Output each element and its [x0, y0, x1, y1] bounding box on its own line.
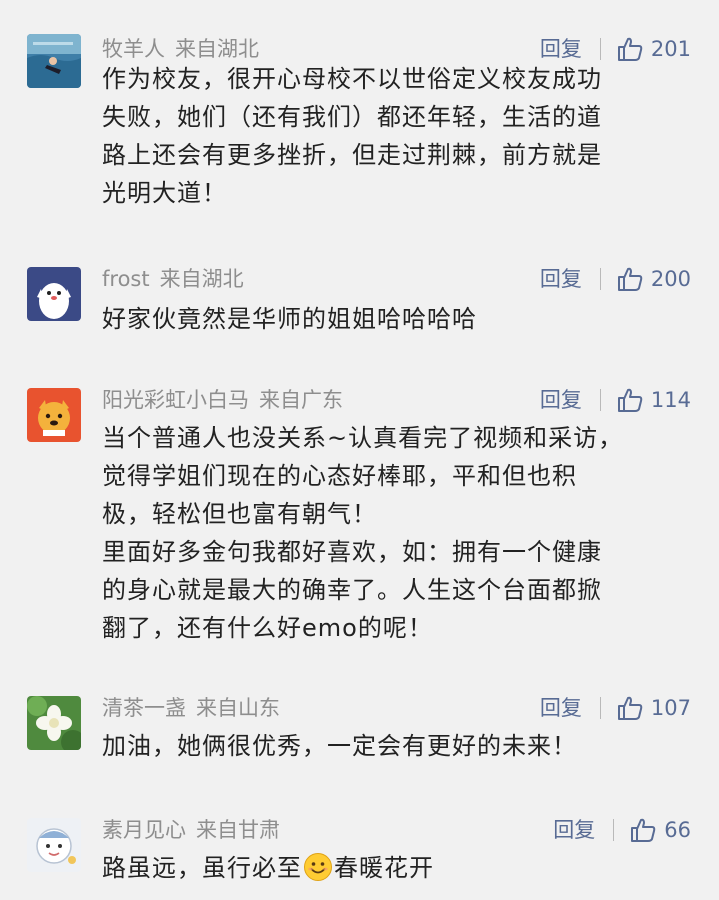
divider: [599, 389, 601, 411]
comment-line: 加油，她俩很优秀，一定会有更好的未来！: [102, 732, 577, 760]
divider: [599, 38, 601, 60]
location: 来自山东: [196, 696, 280, 720]
like-button[interactable]: 200: [617, 264, 691, 294]
comment-actions: 回复 107: [540, 693, 691, 723]
divider: [599, 268, 601, 290]
reply-button[interactable]: 回复: [540, 264, 582, 294]
username[interactable]: 阳光彩虹小白马: [102, 388, 249, 412]
comment-line: 路虽远，虽行必至 春暖花开: [102, 849, 682, 887]
comment-line: 当个普通人也没关系~认真看完了视频和采访，: [102, 424, 624, 452]
thumbs-up-icon: [631, 818, 656, 842]
swimmer-photo-icon: [27, 34, 81, 88]
thumbs-up-icon: [617, 267, 643, 291]
cartoon-character-icon: [27, 818, 81, 872]
comment-text: 当个普通人也没关系~认真看完了视频和采访， 觉得学姐们现在的心态好棒耶，平和但也…: [102, 419, 682, 647]
like-count: 107: [650, 696, 691, 720]
smile-emoji-icon: [304, 853, 332, 881]
avatar[interactable]: [27, 388, 81, 442]
comment-meta: 素月见心 来自甘肃: [102, 815, 280, 845]
like-count: 114: [650, 388, 691, 412]
comment-text: 作为校友，很开心母校不以世俗定义校友成功 失败，她们（还有我们）都还年轻，生活的…: [102, 60, 682, 212]
comment-line: 极，轻松但也富有朝气！: [102, 500, 377, 528]
comment-line: 光明大道！: [102, 179, 227, 207]
like-count: 200: [650, 267, 691, 291]
comment-actions: 回复 114: [540, 385, 691, 415]
comment-line: 好家伙竟然是华师的姐姐哈哈哈哈: [102, 305, 477, 333]
reply-button[interactable]: 回复: [540, 693, 582, 723]
location: 来自广东: [259, 388, 343, 412]
cartoon-dog-icon: [27, 388, 81, 442]
comment-text: 加油，她俩很优秀，一定会有更好的未来！: [102, 727, 682, 765]
like-button[interactable]: 114: [617, 385, 691, 415]
comment-line: 觉得学姐们现在的心态好棒耶，平和但也积: [102, 462, 577, 490]
location: 来自甘肃: [196, 818, 280, 842]
comment-meta: 阳光彩虹小白马 来自广东: [102, 385, 343, 415]
comment-text: 好家伙竟然是华师的姐姐哈哈哈哈: [102, 300, 682, 338]
thumbs-up-icon: [617, 696, 643, 720]
divider: [599, 697, 601, 719]
like-button[interactable]: 107: [617, 693, 691, 723]
avatar[interactable]: [27, 818, 81, 872]
comment-line: 翻了，还有什么好emo的呢！: [102, 614, 433, 642]
thumbs-up-icon: [617, 37, 643, 61]
username[interactable]: frost: [102, 267, 150, 291]
comment-line: 作为校友，很开心母校不以世俗定义校友成功: [102, 65, 602, 93]
comment-text-part: 路虽远，虽行必至: [102, 854, 302, 882]
like-button[interactable]: 66: [630, 815, 691, 845]
comment-line: 路上还会有更多挫折，但走过荆棘，前方就是: [102, 141, 602, 169]
comment-actions: 回复 66: [553, 815, 691, 845]
comment-meta: frost 来自湖北: [102, 264, 244, 294]
comment-actions: 回复 200: [540, 264, 691, 294]
avatar[interactable]: [27, 34, 81, 88]
username[interactable]: 牧羊人: [102, 37, 165, 61]
location: 来自湖北: [175, 37, 259, 61]
username[interactable]: 清茶一盏: [102, 696, 186, 720]
username[interactable]: 素月见心: [102, 818, 186, 842]
comment-line: 失败，她们（还有我们）都还年轻，生活的道: [102, 103, 602, 131]
penguin-cartoon-icon: [27, 267, 81, 321]
comment-line: 里面好多金句我都好喜欢，如：拥有一个健康: [102, 538, 602, 566]
reply-button[interactable]: 回复: [540, 385, 582, 415]
like-count: 66: [664, 818, 691, 842]
thumbs-up-icon: [617, 388, 643, 412]
avatar[interactable]: [27, 696, 81, 750]
reply-button[interactable]: 回复: [553, 815, 595, 845]
comment-line: 的身心就是最大的确幸了。人生这个台面都掀: [102, 576, 602, 604]
comment-text: 路虽远，虽行必至 春暖花开: [102, 849, 682, 887]
divider: [613, 819, 615, 841]
avatar[interactable]: [27, 267, 81, 321]
comment-meta: 清茶一盏 来自山东: [102, 693, 280, 723]
location: 来自湖北: [159, 267, 244, 291]
white-flower-icon: [27, 696, 81, 750]
comment-text-part: 春暖花开: [334, 854, 434, 882]
